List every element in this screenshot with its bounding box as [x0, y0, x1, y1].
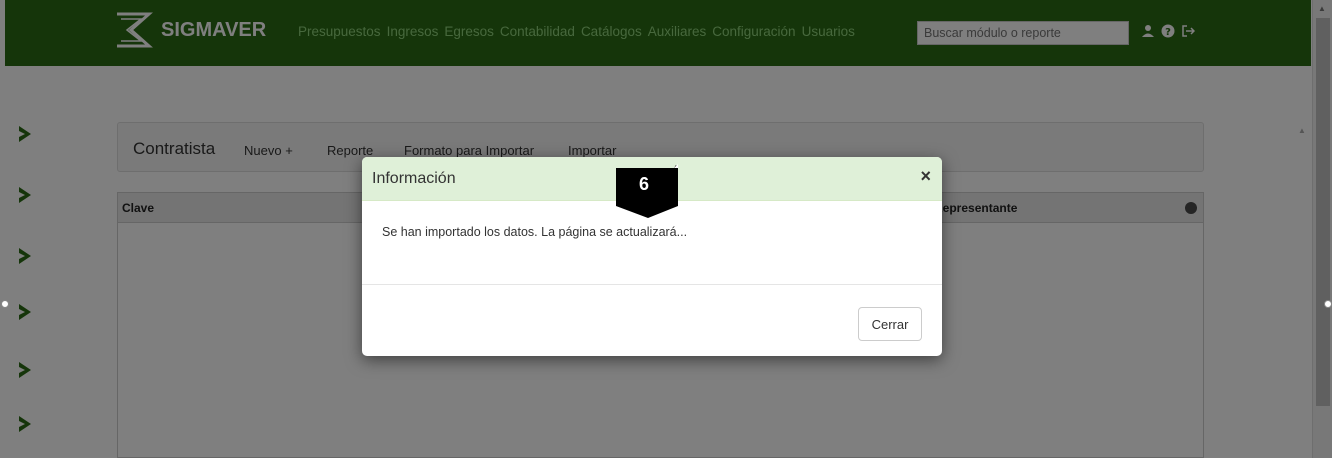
resize-handle-left[interactable]: [1, 300, 9, 308]
dialog-footer: Cerrar: [362, 284, 942, 356]
close-button[interactable]: Cerrar: [858, 307, 922, 341]
step-badge: 6: [614, 162, 680, 220]
dialog-message: Se han importado los datos. La página se…: [382, 225, 688, 239]
resize-handle-right[interactable]: [1324, 300, 1332, 308]
close-icon[interactable]: ×: [920, 166, 931, 187]
step-number: 6: [638, 174, 649, 194]
dialog-title: Información: [372, 170, 456, 187]
